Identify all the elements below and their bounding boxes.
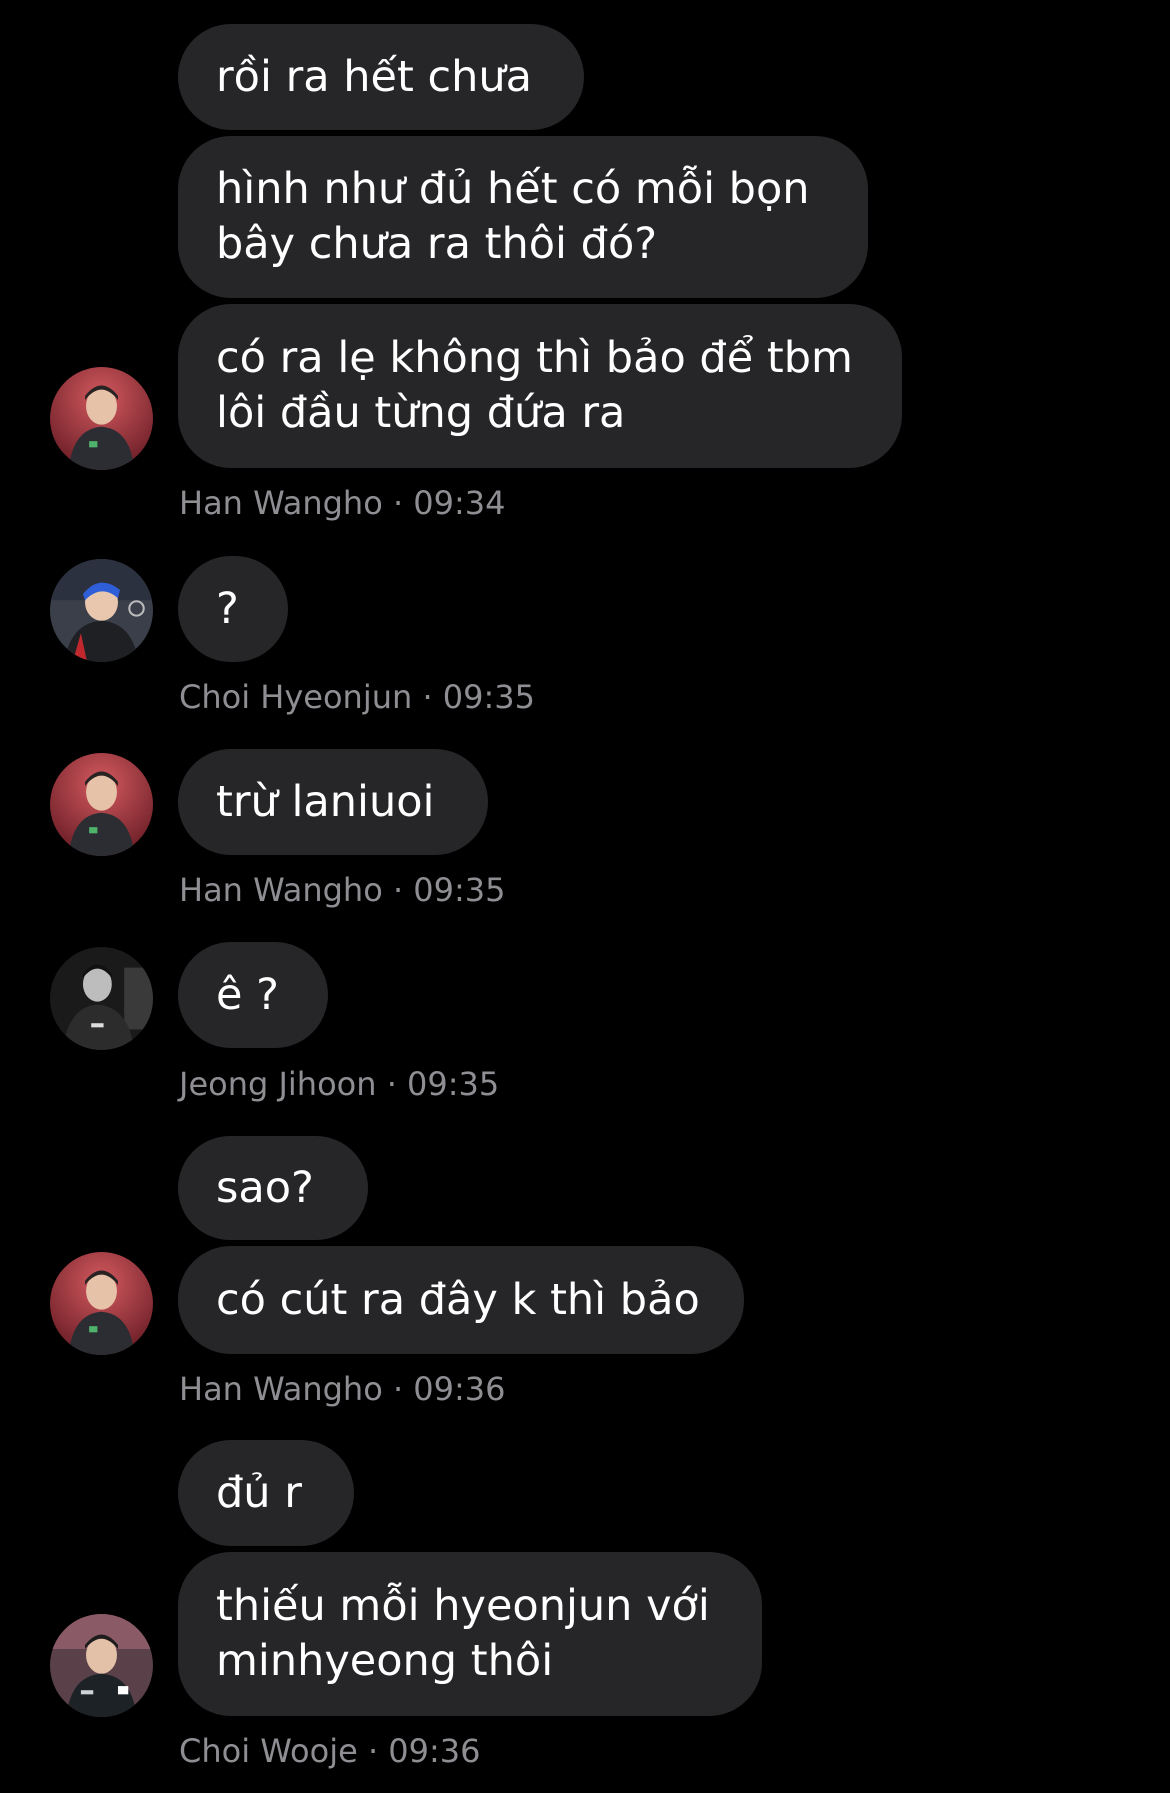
avatar-han-wangho[interactable] xyxy=(50,1252,153,1355)
message-meta: Han Wangho · 09:35 xyxy=(179,871,506,909)
avatar-han-wangho-icon xyxy=(50,753,153,856)
message-text: thiếu mỗi hyeonjun với minhyeong thôi xyxy=(216,1581,710,1686)
message-bubble[interactable]: rồi ra hết chưa xyxy=(178,24,584,130)
avatar-jeong-jihoon[interactable] xyxy=(50,947,153,1050)
message-text: rồi ra hết chưa xyxy=(216,51,533,102)
message-meta: Han Wangho · 09:36 xyxy=(179,1370,506,1408)
message-meta: Choi Hyeonjun · 09:35 xyxy=(179,678,535,716)
message-text: hình như đủ hết có mỗi bọn bây chưa ra t… xyxy=(216,164,810,269)
message-text: ? xyxy=(216,583,239,634)
message-bubble[interactable]: ? xyxy=(178,556,288,662)
message-bubble[interactable]: có cút ra đây k thì bảo xyxy=(178,1246,744,1354)
message-meta: Han Wangho · 09:34 xyxy=(179,484,506,522)
message-meta: Jeong Jihoon · 09:35 xyxy=(179,1065,500,1103)
avatar-choi-wooje-icon xyxy=(50,1614,153,1717)
message-bubble[interactable]: có ra lẹ không thì bảo để tbm lôi đầu từ… xyxy=(178,304,902,468)
message-list[interactable]: rồi ra hết chưa hình như đủ hết có mỗi b… xyxy=(0,0,1170,1793)
message-bubble[interactable]: hình như đủ hết có mỗi bọn bây chưa ra t… xyxy=(178,136,868,298)
message-text: ê ? xyxy=(216,969,279,1020)
message-bubble[interactable]: sao? xyxy=(178,1136,368,1240)
message-bubble[interactable]: ê ? xyxy=(178,942,328,1048)
message-bubble[interactable]: đủ r xyxy=(178,1440,354,1546)
avatar-choi-hyeonjun-icon xyxy=(50,559,153,662)
avatar-han-wangho-icon xyxy=(50,367,153,470)
message-meta: Choi Wooje · 09:36 xyxy=(179,1732,481,1770)
avatar-han-wangho[interactable] xyxy=(50,753,153,856)
avatar-jeong-jihoon-icon xyxy=(50,947,153,1050)
message-bubble[interactable]: trừ laniuoi xyxy=(178,749,488,855)
avatar-choi-hyeonjun[interactable] xyxy=(50,559,153,662)
message-text: sao? xyxy=(216,1162,314,1213)
message-text: có cút ra đây k thì bảo xyxy=(216,1274,700,1325)
message-text: đủ r xyxy=(216,1467,302,1518)
avatar-choi-wooje[interactable] xyxy=(50,1614,153,1717)
message-text: trừ laniuoi xyxy=(216,776,435,827)
message-bubble[interactable]: thiếu mỗi hyeonjun với minhyeong thôi xyxy=(178,1552,762,1716)
avatar-han-wangho[interactable] xyxy=(50,367,153,470)
message-text: có ra lẹ không thì bảo để tbm lôi đầu từ… xyxy=(216,333,853,438)
avatar-han-wangho-icon xyxy=(50,1252,153,1355)
